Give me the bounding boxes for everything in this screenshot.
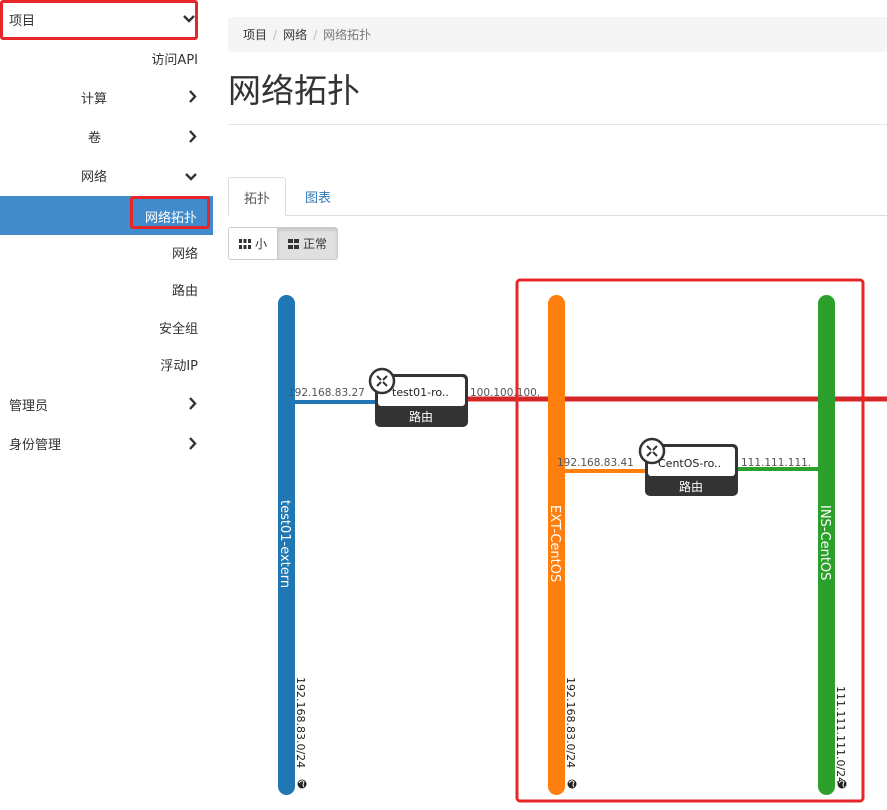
globe-icon <box>567 779 577 789</box>
tab-graph[interactable]: 图表 <box>290 177 346 216</box>
network-name: test01-extern <box>277 500 292 588</box>
sidebar-item-networks[interactable]: 网络 <box>172 243 198 262</box>
network-name: EXT-CentOS <box>547 505 562 582</box>
chevron-down-icon[interactable] <box>185 172 197 181</box>
small-view-label: 小 <box>255 237 268 251</box>
chevron-right-icon[interactable] <box>188 90 197 103</box>
sidebar-item-network-topology[interactable]: 网络拓扑 <box>0 196 213 235</box>
network-cidr: 111.111.111.0/24 <box>834 686 847 784</box>
normal-view-label: 正常 <box>303 237 328 251</box>
breadcrumb-item[interactable]: 项目 <box>243 28 267 42</box>
sidebar-item-compute[interactable]: 计算 <box>81 88 107 107</box>
network-cidr: 192.168.83.0/24 <box>294 677 307 768</box>
router-icon <box>638 437 666 465</box>
grid-small-icon <box>239 238 251 249</box>
sidebar-item-routers[interactable]: 路由 <box>172 280 198 299</box>
network-topology-canvas: test01-extern EXT-CentOS INS-CentOS 192.… <box>277 278 887 803</box>
tab-topology[interactable]: 拓扑 <box>228 177 287 216</box>
small-view-button[interactable]: 小 <box>228 227 279 260</box>
sidebar-item-admin[interactable]: 管理员 <box>9 395 48 414</box>
sidebar-item-label: 网络拓扑 <box>144 211 197 226</box>
chevron-down-icon[interactable] <box>183 14 195 23</box>
page-title: 网络拓扑 <box>228 71 360 110</box>
router-node[interactable]: CentOS-ro.. 路由 <box>638 437 738 496</box>
network-cidr: 192.168.83.0/24 <box>564 677 577 768</box>
router-type-label: 路由 <box>679 479 703 494</box>
chevron-right-icon[interactable] <box>188 130 197 143</box>
network-name: INS-CentOS <box>817 505 832 580</box>
sidebar-item-floating-ip[interactable]: 浮动IP <box>160 355 198 374</box>
port-ip-label: 192.168.83.27 <box>288 387 365 399</box>
grid-large-icon <box>288 238 300 249</box>
sidebar: 项目 访问API 计算 卷 网络 网络拓扑 网络 路由 安全组 浮动IP 管理员… <box>0 0 213 810</box>
sidebar-item-volumes[interactable]: 卷 <box>88 127 101 146</box>
normal-view-button[interactable]: 正常 <box>278 227 339 260</box>
breadcrumb-item[interactable]: 网络 <box>283 28 307 42</box>
router-name: CentOS-ro.. <box>658 457 721 470</box>
chevron-right-icon[interactable] <box>188 437 197 450</box>
sidebar-item-identity[interactable]: 身份管理 <box>9 434 61 453</box>
router-icon <box>368 367 396 395</box>
divider <box>228 124 887 125</box>
breadcrumb-current: 网络拓扑 <box>323 28 372 42</box>
router-node[interactable]: test01-ro.. 路由 <box>368 367 468 427</box>
view-size-toggle: 小 正常 <box>228 227 339 260</box>
port-ip-label: 100.100.100. <box>470 387 540 399</box>
sidebar-item-security-groups[interactable]: 安全组 <box>159 318 198 337</box>
router-type-label: 路由 <box>409 409 433 424</box>
chevron-right-icon[interactable] <box>188 397 197 410</box>
port-ip-label: 192.168.83.41 <box>557 457 634 469</box>
breadcrumb: 项目 / 网络 / 网络拓扑 <box>228 17 887 52</box>
globe-icon <box>297 779 307 789</box>
port-ip-label: 111.111.111. <box>741 457 811 469</box>
router-name: test01-ro.. <box>392 386 449 399</box>
sidebar-item-access-api[interactable]: 访问API <box>151 49 198 68</box>
sidebar-item-project[interactable]: 项目 <box>9 10 35 29</box>
sidebar-item-network[interactable]: 网络 <box>81 166 107 185</box>
globe-icon <box>837 779 847 789</box>
